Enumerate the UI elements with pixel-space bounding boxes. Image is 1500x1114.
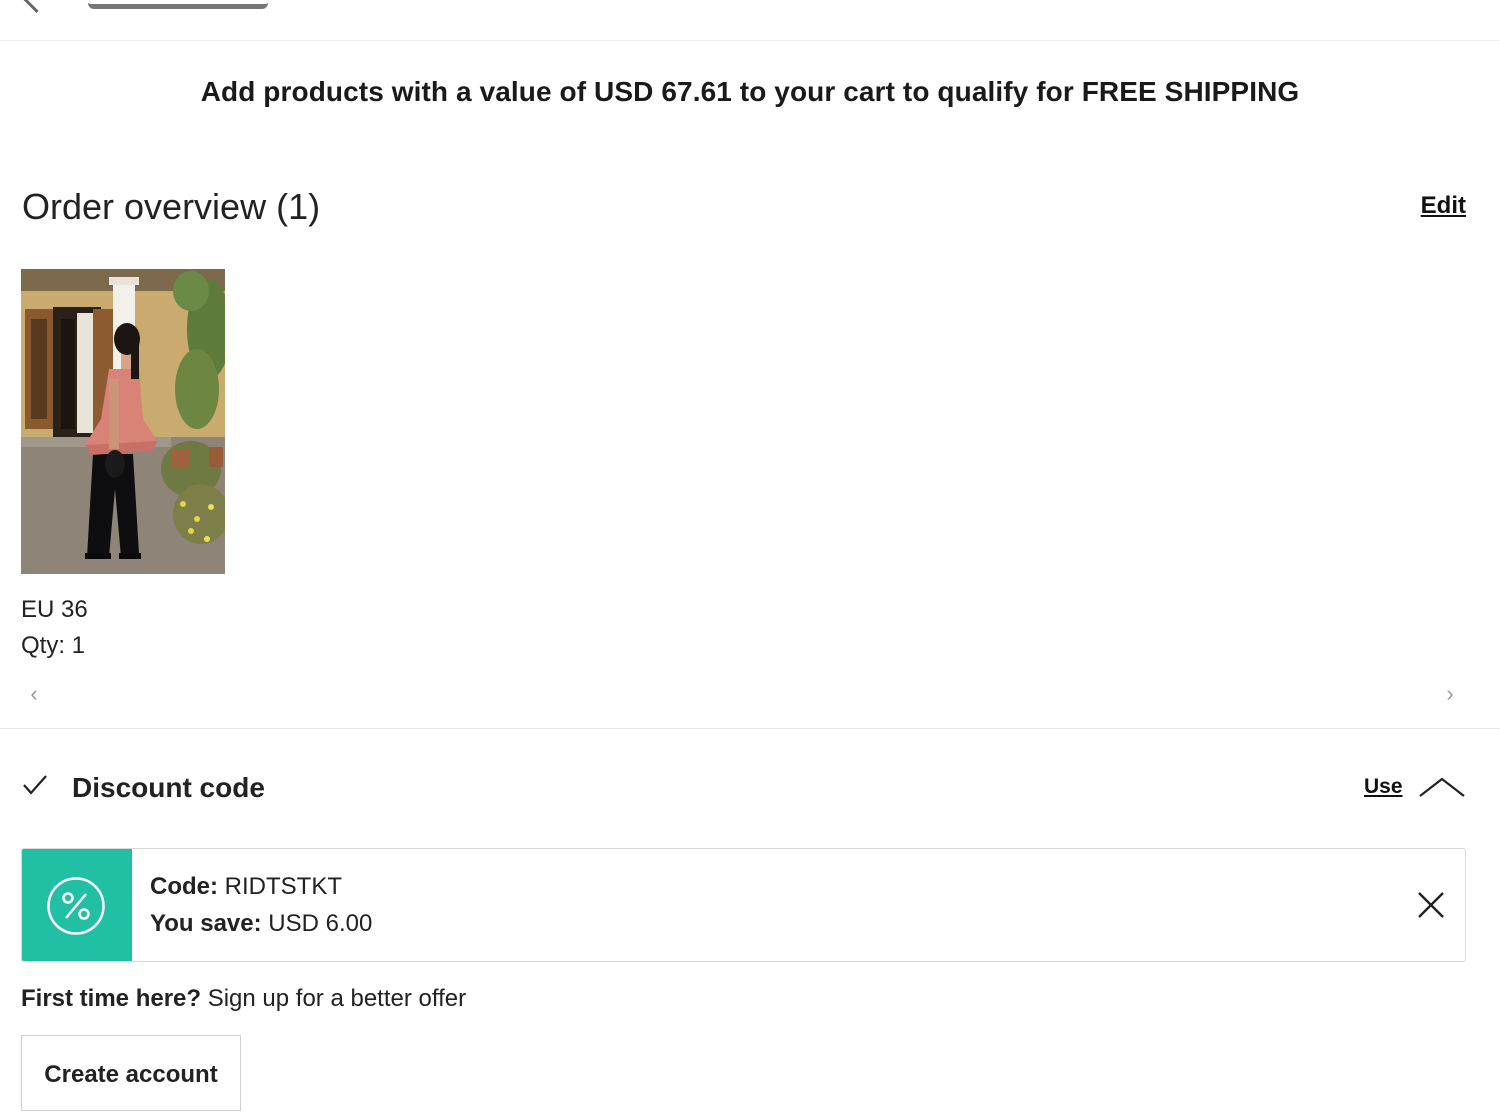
chevron-right-icon[interactable]: › (1440, 683, 1460, 705)
create-account-button[interactable]: Create account (21, 1035, 241, 1111)
order-overview-title: Order overview (1) (22, 186, 321, 227)
coupon-code: Code: RIDTSTKT (150, 873, 342, 901)
coupon-save-label: You save: (150, 910, 262, 937)
item-quantity: Qty: 1 (21, 632, 86, 659)
section-divider (0, 728, 1500, 729)
back-icon[interactable] (15, 0, 58, 14)
check-icon (23, 775, 47, 795)
chevron-up-icon[interactable] (1418, 776, 1466, 800)
brand-logo[interactable] (88, 0, 268, 9)
product-image[interactable] (21, 269, 225, 574)
close-icon[interactable] (1416, 890, 1446, 920)
free-shipping-banner: Add products with a value of USD 67.61 t… (200, 76, 1300, 107)
chevron-left-icon[interactable]: ‹ (24, 683, 44, 705)
edit-order-link[interactable]: Edit (1421, 192, 1466, 220)
signup-prompt-text: Sign up for a better offer (207, 985, 467, 1012)
use-discount-link[interactable]: Use (1364, 775, 1403, 799)
coupon-badge (22, 849, 132, 961)
signup-prompt: First time here? Sign up for a better of… (21, 985, 466, 1013)
signup-prompt-bold: First time here? (21, 985, 202, 1012)
coupon-savings: You save: USD 6.00 (150, 910, 372, 938)
applied-coupon-card: Code: RIDTSTKT You save: USD 6.00 (21, 848, 1466, 962)
discount-code-title: Discount code (72, 772, 265, 803)
top-header (0, 0, 1500, 41)
coupon-code-value: RIDTSTKT (224, 873, 342, 900)
item-size: EU 36 (21, 596, 88, 623)
percent-icon (47, 877, 105, 935)
coupon-save-value: USD 6.00 (268, 910, 373, 937)
coupon-code-label: Code: (150, 873, 218, 900)
